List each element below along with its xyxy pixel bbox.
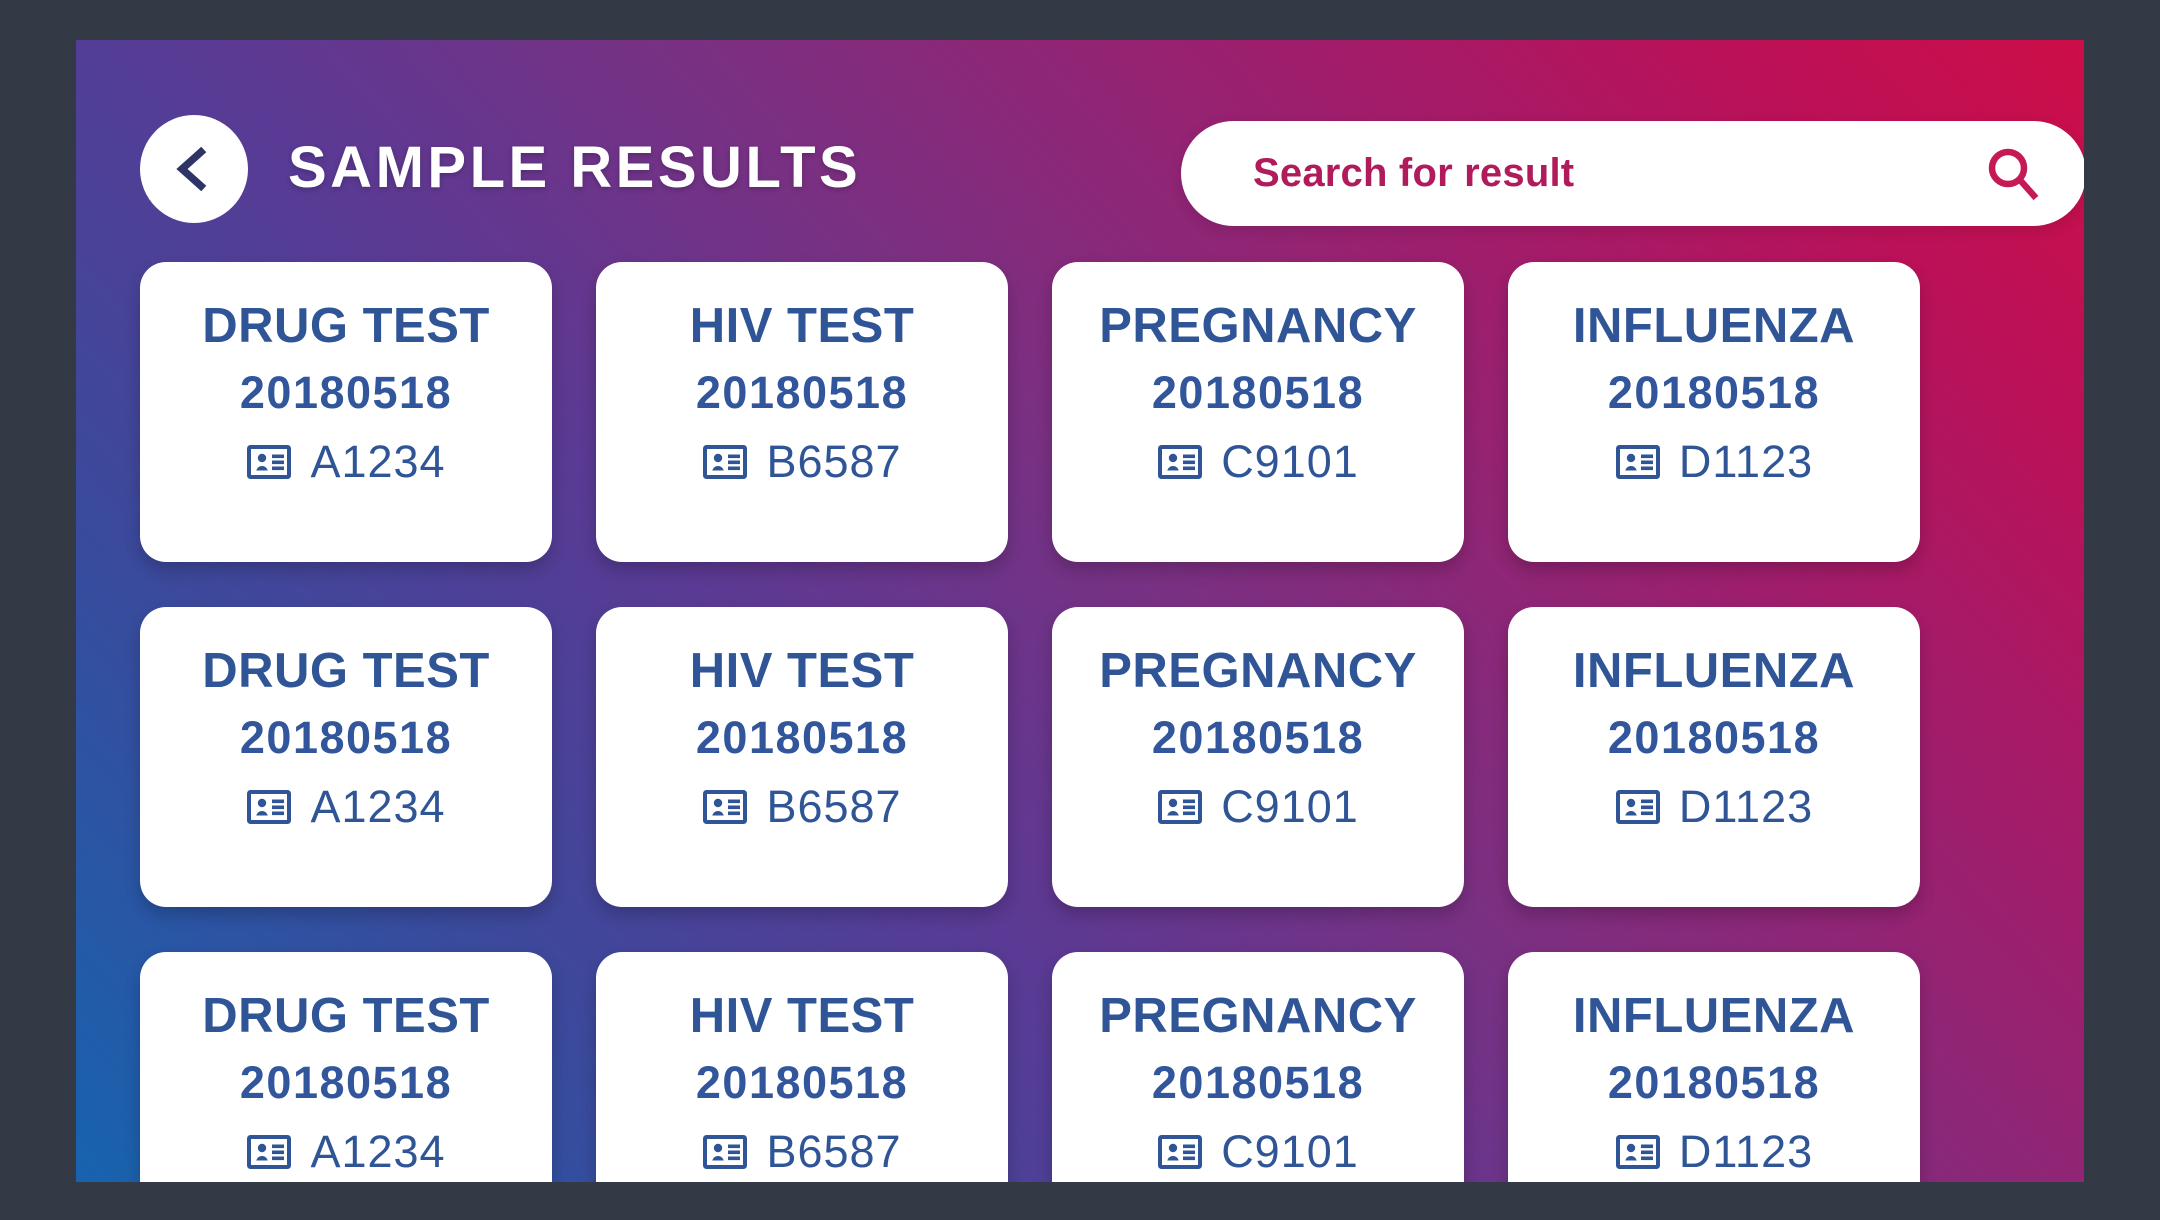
result-card[interactable]: PREGNANCY 20180518 C9101 [1052,262,1464,562]
card-id-row: D1123 [1615,1126,1813,1178]
search-bar[interactable] [1181,121,2084,226]
card-title: HIV TEST [689,644,915,698]
result-card[interactable]: DRUG TEST 20180518 A1234 [140,262,552,562]
card-date: 20180518 [695,712,909,763]
result-card[interactable]: INFLUENZA 20180518 D1123 [1508,262,1920,562]
card-id: C9101 [1221,1126,1359,1177]
chevron-left-icon [168,143,220,195]
card-title: DRUG TEST [202,989,490,1043]
result-card[interactable]: DRUG TEST 20180518 A1234 [140,607,552,907]
card-title: DRUG TEST [202,644,490,698]
card-id: B6587 [766,1126,902,1177]
id-badge-icon [1157,439,1203,485]
id-badge-icon [246,1129,292,1175]
card-id: D1123 [1678,781,1814,832]
card-date: 20180518 [695,1057,909,1108]
card-title: DRUG TEST [202,299,490,353]
card-id-row: B6587 [702,781,901,833]
card-title: INFLUENZA [1572,644,1856,698]
result-card[interactable]: HIV TEST 20180518 B6587 [596,262,1008,562]
card-title: PREGNANCY [1099,989,1417,1043]
card-date: 20180518 [1151,1057,1365,1108]
card-date: 20180518 [1151,712,1365,763]
card-date: 20180518 [1151,367,1365,418]
card-title: HIV TEST [689,989,915,1043]
back-button[interactable] [140,115,248,223]
id-badge-icon [702,439,748,485]
search-icon[interactable] [1982,143,2044,205]
app-header: SAMPLE RESULTS [76,40,2084,250]
result-card[interactable]: HIV TEST 20180518 B6587 [596,952,1008,1182]
card-id-row: D1123 [1615,781,1813,833]
card-id: A1234 [310,1126,446,1177]
results-grid: DRUG TEST 20180518 A1234 HIV TEST 20180518 … [140,262,2022,1182]
card-title: INFLUENZA [1572,299,1856,353]
card-id: B6587 [766,781,902,832]
card-id-row: D1123 [1615,436,1813,488]
id-badge-icon [1615,439,1661,485]
app-panel: SAMPLE RESULTS DRUG TEST 20180518 A1234 HI… [76,40,2084,1182]
card-title: PREGNANCY [1099,644,1417,698]
page-title: SAMPLE RESULTS [288,135,862,200]
card-id: D1123 [1678,1126,1814,1177]
card-date: 20180518 [695,367,909,418]
card-id: A1234 [310,781,446,832]
id-badge-icon [1615,1129,1661,1175]
card-title: INFLUENZA [1572,989,1856,1043]
id-badge-icon [246,439,292,485]
result-card[interactable]: PREGNANCY 20180518 C9101 [1052,952,1464,1182]
result-card[interactable]: INFLUENZA 20180518 D1123 [1508,952,1920,1182]
result-card[interactable]: HIV TEST 20180518 B6587 [596,607,1008,907]
id-badge-icon [1157,1129,1203,1175]
card-id-row: B6587 [702,1126,901,1178]
card-id-row: A1234 [246,436,445,488]
card-id: C9101 [1221,781,1359,832]
card-date: 20180518 [239,1057,453,1108]
card-id: C9101 [1221,436,1359,487]
card-id-row: A1234 [246,781,445,833]
id-badge-icon [1615,784,1661,830]
card-title: HIV TEST [689,299,915,353]
id-badge-icon [246,784,292,830]
result-card[interactable]: INFLUENZA 20180518 D1123 [1508,607,1920,907]
id-badge-icon [702,784,748,830]
card-date: 20180518 [239,367,453,418]
card-id: A1234 [310,436,446,487]
id-badge-icon [1157,784,1203,830]
card-id: B6587 [766,436,902,487]
card-id-row: B6587 [702,436,901,488]
result-card[interactable]: PREGNANCY 20180518 C9101 [1052,607,1464,907]
card-id-row: C9101 [1157,1126,1359,1178]
card-id-row: C9101 [1157,436,1359,488]
id-badge-icon [702,1129,748,1175]
card-date: 20180518 [1607,367,1821,418]
card-id-row: A1234 [246,1126,445,1178]
card-date: 20180518 [239,712,453,763]
search-input[interactable] [1253,151,1982,196]
card-title: PREGNANCY [1099,299,1417,353]
card-date: 20180518 [1607,712,1821,763]
card-date: 20180518 [1607,1057,1821,1108]
result-card[interactable]: DRUG TEST 20180518 A1234 [140,952,552,1182]
card-id-row: C9101 [1157,781,1359,833]
card-id: D1123 [1678,436,1814,487]
